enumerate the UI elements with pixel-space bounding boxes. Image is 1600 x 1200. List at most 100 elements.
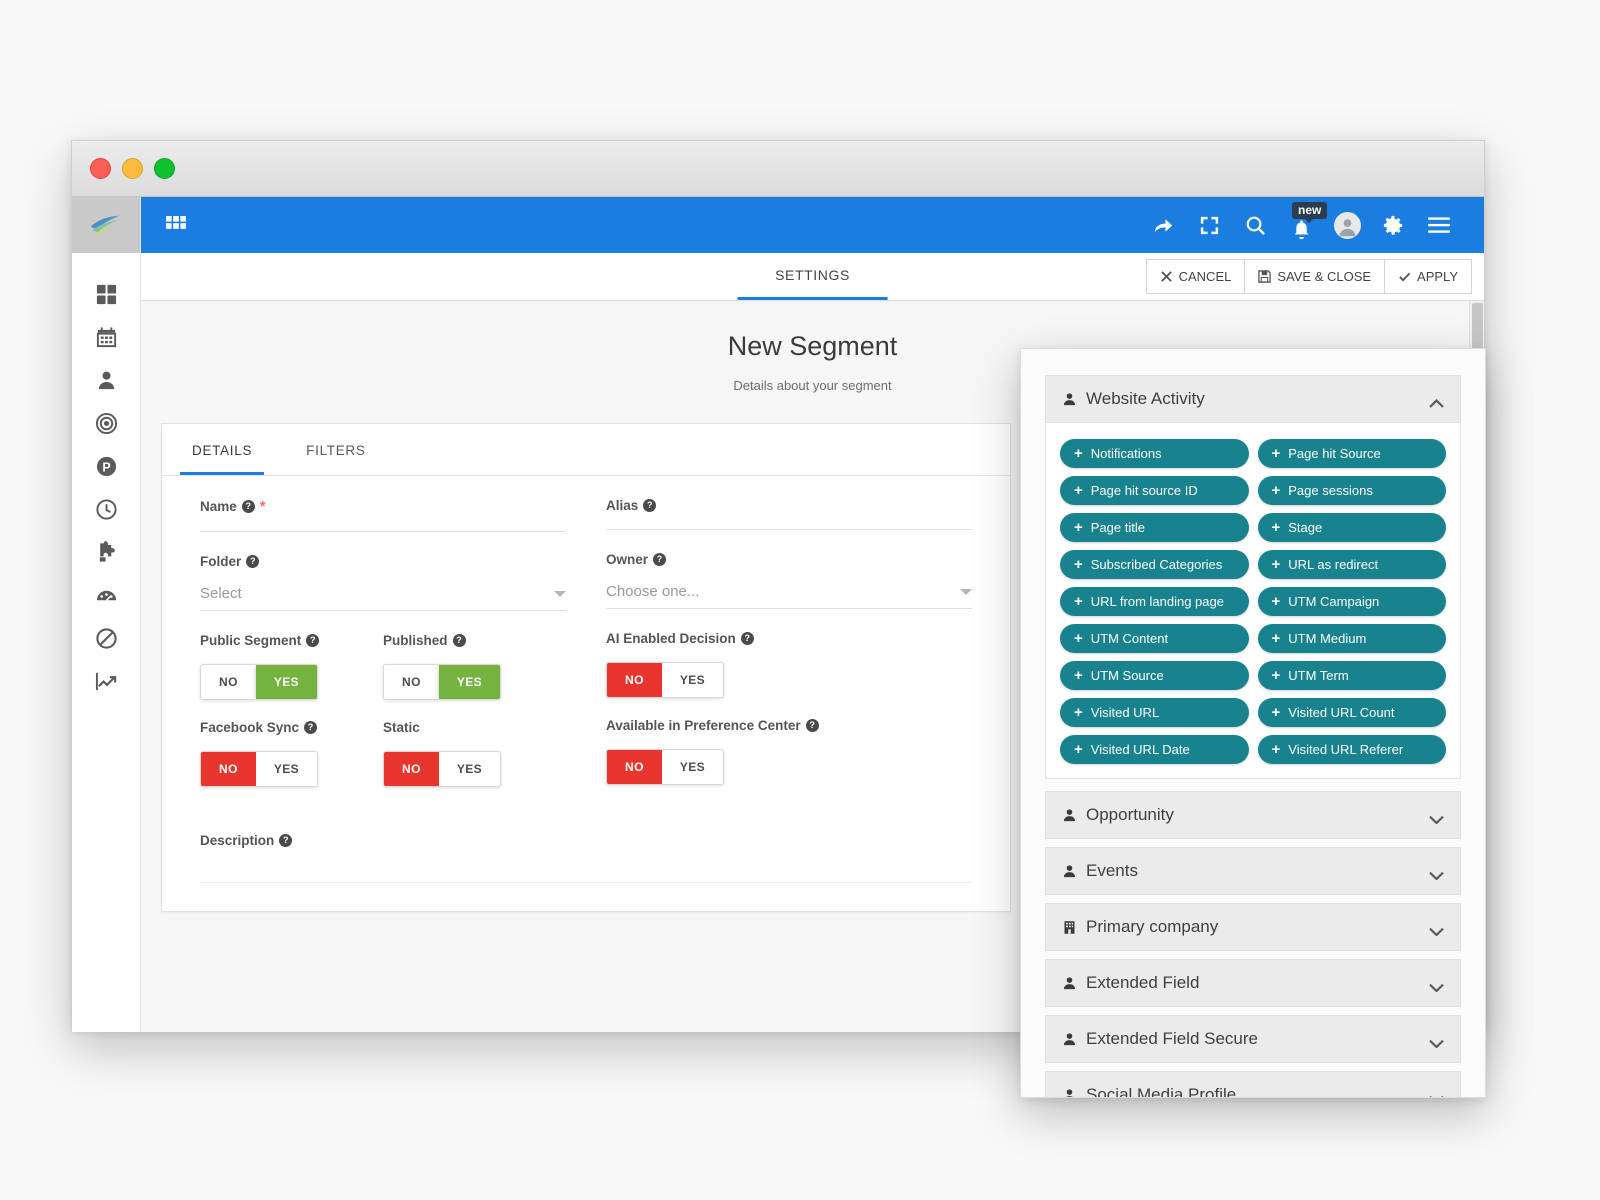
tab-filters[interactable]: FILTERS <box>294 424 377 475</box>
person-icon <box>1063 392 1076 405</box>
accordion-label-extended-field-secure: Extended Field Secure <box>1086 1029 1258 1048</box>
chevron-down-icon[interactable] <box>1429 867 1444 881</box>
sidebar-item-reports[interactable] <box>72 574 140 617</box>
chevron-down-icon[interactable] <box>1429 979 1444 993</box>
apply-button[interactable]: APPLY <box>1384 259 1472 294</box>
sidebar-item-segments[interactable] <box>72 402 140 445</box>
sidebar-item-calendar[interactable] <box>72 316 140 359</box>
accordion-header-opportunity[interactable]: Opportunity <box>1045 791 1461 839</box>
alias-input[interactable] <box>606 529 972 530</box>
sidebar-item-dnc[interactable] <box>72 617 140 660</box>
account-button[interactable] <box>1324 202 1370 248</box>
field-pill[interactable]: + Page hit Source <box>1257 439 1446 468</box>
menu-button[interactable] <box>1416 202 1462 248</box>
field-pill[interactable]: + Visited URL Referer <box>1257 735 1446 764</box>
field-pill[interactable]: + UTM Term <box>1257 661 1446 690</box>
search-button[interactable] <box>1232 202 1278 248</box>
field-pill[interactable]: + URL as redirect <box>1257 550 1446 579</box>
description-input[interactable] <box>200 882 972 883</box>
sidebar-item-analytics[interactable] <box>72 660 140 703</box>
published-toggle[interactable]: NO YES <box>383 664 502 700</box>
cancel-button[interactable]: CANCEL <box>1145 259 1246 294</box>
maximize-window-button[interactable] <box>154 158 175 179</box>
tab-settings[interactable]: SETTINGS <box>737 253 888 300</box>
chevron-down-icon[interactable] <box>1429 1035 1444 1049</box>
chevron-down-icon[interactable] <box>1429 811 1444 825</box>
static-yes[interactable]: YES <box>438 752 501 786</box>
published-cell: Published ? NO YES <box>383 633 566 720</box>
name-input[interactable] <box>200 531 566 532</box>
field-pill[interactable]: + Page sessions <box>1257 476 1446 505</box>
app-logo[interactable] <box>72 197 140 253</box>
static-no[interactable]: NO <box>384 752 439 786</box>
help-icon[interactable]: ? <box>452 634 466 647</box>
accordion-header-primary-company[interactable]: Primary company <box>1045 903 1461 951</box>
accordion-header-extended-field-secure[interactable]: Extended Field Secure <box>1045 1015 1461 1063</box>
accordion-header-events[interactable]: Events <box>1045 847 1461 895</box>
chevron-down-icon[interactable] <box>1429 923 1444 937</box>
help-icon[interactable]: ? <box>805 719 819 732</box>
published-yes[interactable]: YES <box>438 665 501 699</box>
facebook-sync-toggle[interactable]: NO YES <box>200 751 319 787</box>
accordion-header-extended-field[interactable]: Extended Field <box>1045 959 1461 1007</box>
field-pill[interactable]: + URL from landing page <box>1060 587 1249 616</box>
ai-enabled-decision-yes[interactable]: YES <box>661 663 724 697</box>
help-icon[interactable]: ? <box>304 721 318 734</box>
public-segment-yes[interactable]: YES <box>255 665 318 699</box>
field-pill[interactable]: + Visited URL <box>1060 698 1249 727</box>
field-pill[interactable]: + Notifications <box>1060 439 1249 468</box>
accordion-header-website-activity[interactable]: Website Activity <box>1045 375 1461 423</box>
field-pill[interactable]: + Page hit source ID <box>1060 476 1249 505</box>
help-icon[interactable]: ? <box>246 555 260 568</box>
field-pill[interactable]: + Stage <box>1257 513 1446 542</box>
field-pill[interactable]: + UTM Campaign <box>1257 587 1446 616</box>
available-preference-center-toggle[interactable]: NO YES <box>606 749 725 785</box>
field-pill[interactable]: + UTM Content <box>1060 624 1249 653</box>
chevron-up-icon[interactable] <box>1429 395 1444 408</box>
settings-button[interactable] <box>1370 202 1416 248</box>
field-pill[interactable]: + Page title <box>1060 513 1249 542</box>
help-icon[interactable]: ? <box>740 632 754 645</box>
minimize-window-button[interactable] <box>122 158 143 179</box>
sidebar-item-plugins[interactable] <box>72 531 140 574</box>
help-icon[interactable]: ? <box>643 499 657 512</box>
facebook-sync-no[interactable]: NO <box>201 752 256 786</box>
ai-enabled-decision-no[interactable]: NO <box>607 663 662 697</box>
sidebar-item-points[interactable]: P <box>72 445 140 488</box>
field-pill[interactable]: + UTM Source <box>1060 661 1249 690</box>
help-icon[interactable]: ? <box>653 553 667 566</box>
collapsed-accordion-list: Opportunity Events Primary company Exten… <box>1045 791 1461 1097</box>
fullscreen-button[interactable] <box>1186 202 1232 248</box>
available-preference-center-no[interactable]: NO <box>607 750 662 784</box>
field-pill[interactable]: + Subscribed Categories <box>1060 550 1249 579</box>
help-icon[interactable]: ? <box>241 500 255 513</box>
field-pill-label: Visited URL <box>1090 705 1160 720</box>
folder-select[interactable]: Select <box>200 585 566 611</box>
public-segment-toggle[interactable]: NO YES <box>200 664 319 700</box>
tab-details[interactable]: DETAILS <box>180 424 265 475</box>
help-icon[interactable]: ? <box>279 834 293 847</box>
available-preference-center-yes[interactable]: YES <box>661 750 724 784</box>
save-and-close-button[interactable]: SAVE & CLOSE <box>1244 259 1386 294</box>
apps-grid-button[interactable] <box>161 210 191 240</box>
help-icon[interactable]: ? <box>306 634 320 647</box>
close-window-button[interactable] <box>90 158 111 179</box>
person-icon <box>1063 808 1076 821</box>
share-button[interactable] <box>1140 202 1186 248</box>
published-no[interactable]: NO <box>384 665 439 699</box>
sidebar-item-history[interactable] <box>72 488 140 531</box>
notifications-button[interactable]: new <box>1278 202 1328 248</box>
sidebar-item-contacts[interactable] <box>72 359 140 402</box>
field-pill[interactable]: + Visited URL Count <box>1257 698 1446 727</box>
ai-enabled-decision-toggle[interactable]: NO YES <box>606 662 725 698</box>
owner-select[interactable]: Choose one... <box>606 583 972 609</box>
plus-icon: + <box>1074 667 1083 684</box>
facebook-sync-yes[interactable]: YES <box>255 752 318 786</box>
sidebar-item-dashboard[interactable] <box>72 273 140 316</box>
accordion-header-social-media-profile[interactable]: Social Media Profile <box>1045 1071 1461 1097</box>
field-pill[interactable]: + UTM Medium <box>1257 624 1446 653</box>
chevron-down-icon[interactable] <box>1429 1091 1444 1097</box>
field-pill[interactable]: + Visited URL Date <box>1060 735 1249 764</box>
public-segment-no[interactable]: NO <box>201 665 256 699</box>
static-toggle[interactable]: NO YES <box>383 751 502 787</box>
